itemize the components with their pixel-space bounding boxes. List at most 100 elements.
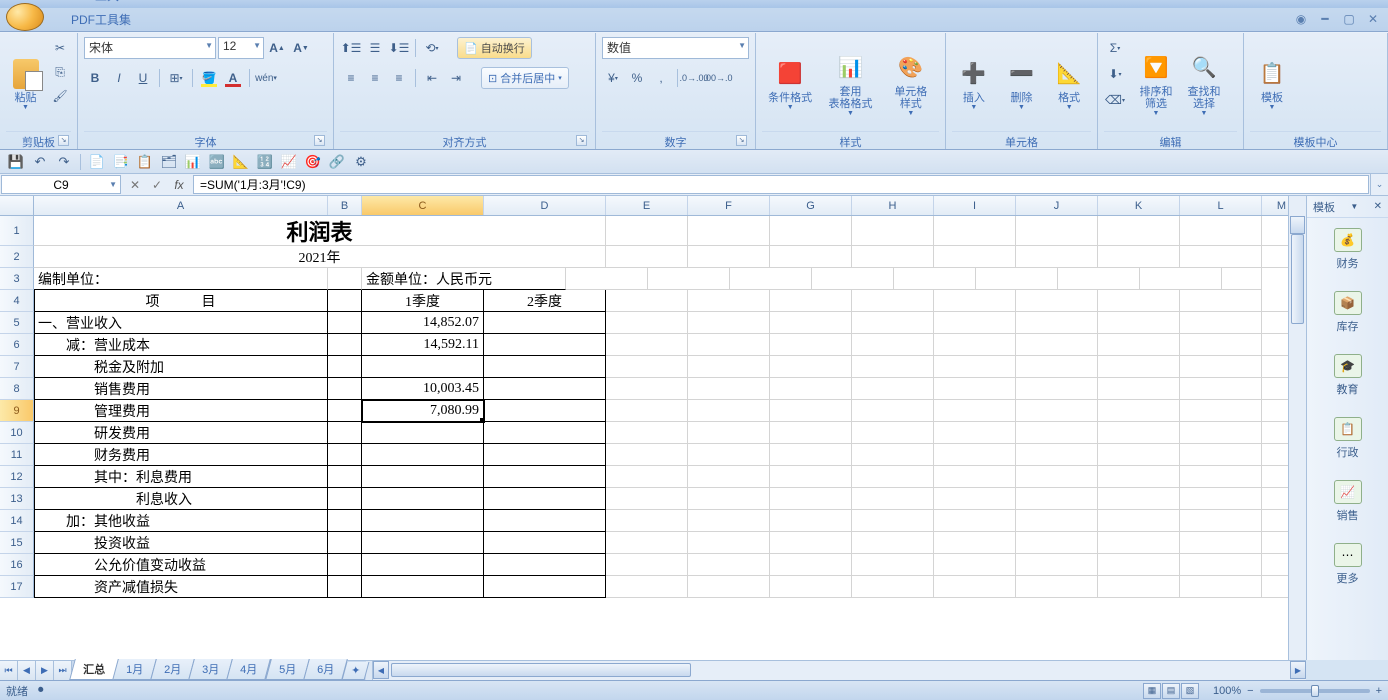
sort-filter-button[interactable]: 🔽排序和 筛选▼ xyxy=(1134,37,1178,131)
cell[interactable] xyxy=(1016,290,1098,312)
delete-cells-button[interactable]: ➖删除▼ xyxy=(1000,37,1044,131)
cell[interactable] xyxy=(606,334,688,356)
cell[interactable] xyxy=(688,554,770,576)
paste-button[interactable]: 粘贴 ▼ xyxy=(6,37,45,131)
row-header[interactable]: 10 xyxy=(0,422,34,444)
cell[interactable]: 财务费用 xyxy=(34,444,328,466)
conditional-format-button[interactable]: 🟥条件格式▼ xyxy=(762,37,818,131)
border-button[interactable]: ⊞▾ xyxy=(165,67,187,89)
template-category[interactable]: 💰财务 xyxy=(1307,218,1388,281)
cell[interactable] xyxy=(566,268,648,290)
cell[interactable] xyxy=(1180,356,1262,378)
help-icon[interactable]: ◉ xyxy=(1294,12,1308,26)
cell[interactable] xyxy=(1222,268,1262,290)
cancel-formula-icon[interactable]: ✕ xyxy=(126,178,144,192)
currency-icon[interactable]: ¥▾ xyxy=(602,67,624,89)
template-category[interactable]: ⋯更多 xyxy=(1307,533,1388,596)
cell[interactable] xyxy=(688,216,770,246)
cell[interactable] xyxy=(362,532,484,554)
cell[interactable] xyxy=(606,216,688,246)
align-center-icon[interactable]: ≡ xyxy=(364,67,386,89)
cell[interactable] xyxy=(328,466,362,488)
cell[interactable] xyxy=(1180,466,1262,488)
cell[interactable] xyxy=(1180,378,1262,400)
cell[interactable]: 2021年 xyxy=(34,246,606,268)
cell[interactable] xyxy=(770,422,852,444)
cell[interactable] xyxy=(852,216,934,246)
align-top-icon[interactable]: ⬆☰ xyxy=(340,37,362,59)
qat-icon[interactable]: 📐 xyxy=(231,152,251,172)
sheet-tab[interactable]: 5月 xyxy=(265,659,310,680)
cell[interactable] xyxy=(934,216,1016,246)
expand-formula-bar-icon[interactable]: ⌄ xyxy=(1370,174,1388,195)
cell[interactable] xyxy=(770,378,852,400)
row-header[interactable]: 14 xyxy=(0,510,34,532)
cell[interactable] xyxy=(1098,510,1180,532)
column-header[interactable]: F xyxy=(688,196,770,215)
cut-icon[interactable]: ✂ xyxy=(49,37,71,59)
cell[interactable]: 研发费用 xyxy=(34,422,328,444)
cell[interactable] xyxy=(328,312,362,334)
cell[interactable] xyxy=(1180,532,1262,554)
cell[interactable] xyxy=(1098,312,1180,334)
cell[interactable] xyxy=(328,576,362,598)
column-header[interactable]: J xyxy=(1016,196,1098,215)
cell[interactable] xyxy=(770,400,852,422)
cell[interactable] xyxy=(1098,422,1180,444)
copy-icon[interactable]: ⎘ xyxy=(49,61,71,83)
template-category[interactable]: 📋行政 xyxy=(1307,407,1388,470)
column-header[interactable]: L xyxy=(1180,196,1262,215)
cell[interactable] xyxy=(1016,216,1098,246)
cell[interactable] xyxy=(852,422,934,444)
qat-icon[interactable]: 🔗 xyxy=(327,152,347,172)
new-sheet-tab[interactable]: ✦ xyxy=(341,662,369,680)
cell[interactable] xyxy=(484,312,606,334)
cell[interactable]: 编制单位： xyxy=(34,268,328,290)
cell[interactable] xyxy=(688,532,770,554)
undo-icon[interactable]: ↶ xyxy=(30,152,50,172)
clear-icon[interactable]: ⌫▾ xyxy=(1104,89,1126,111)
fill-color-button[interactable]: 🪣 xyxy=(198,67,220,89)
view-layout-icon[interactable]: ▤ xyxy=(1162,683,1180,699)
row-header[interactable]: 13 xyxy=(0,488,34,510)
cell[interactable]: 销售费用 xyxy=(34,378,328,400)
qat-icon[interactable]: 📊 xyxy=(183,152,203,172)
cell[interactable] xyxy=(688,334,770,356)
cell[interactable] xyxy=(934,532,1016,554)
increase-indent-icon[interactable]: ⇥ xyxy=(445,67,467,89)
cell[interactable] xyxy=(1016,334,1098,356)
zoom-slider[interactable] xyxy=(1260,689,1370,693)
cell[interactable] xyxy=(1180,576,1262,598)
minimize-icon[interactable]: ━ xyxy=(1318,12,1332,26)
cell[interactable] xyxy=(362,510,484,532)
cell[interactable] xyxy=(606,554,688,576)
cell[interactable] xyxy=(362,356,484,378)
cell[interactable] xyxy=(1016,400,1098,422)
cell[interactable] xyxy=(328,554,362,576)
cell[interactable] xyxy=(328,268,362,290)
cell[interactable] xyxy=(484,554,606,576)
row-header[interactable]: 3 xyxy=(0,268,34,290)
cell[interactable] xyxy=(1016,488,1098,510)
sheet-nav-first-icon[interactable]: ⏮ xyxy=(0,661,18,680)
cell[interactable] xyxy=(1180,554,1262,576)
cell[interactable] xyxy=(362,444,484,466)
cell[interactable] xyxy=(1180,216,1262,246)
cell[interactable] xyxy=(484,510,606,532)
worksheet[interactable]: ABCDEFGHIJKLM 1利润表22021年3编制单位：金额单位：人民币元4… xyxy=(0,196,1306,660)
cell[interactable]: 利息收入 xyxy=(34,488,328,510)
phonetic-button[interactable]: wén▾ xyxy=(255,67,277,89)
cell[interactable] xyxy=(484,422,606,444)
cell[interactable] xyxy=(688,246,770,268)
qat-icon[interactable]: 📋 xyxy=(135,152,155,172)
cell[interactable] xyxy=(688,422,770,444)
cell[interactable]: 资产减值损失 xyxy=(34,576,328,598)
sheet-nav-next-icon[interactable]: ▶ xyxy=(36,661,54,680)
cell[interactable] xyxy=(770,554,852,576)
cell[interactable] xyxy=(770,576,852,598)
cell[interactable] xyxy=(934,510,1016,532)
cell[interactable] xyxy=(1098,400,1180,422)
template-pane-close-icon[interactable]: ✕ xyxy=(1374,201,1382,212)
cell[interactable] xyxy=(1180,444,1262,466)
column-header[interactable]: C xyxy=(362,196,484,215)
